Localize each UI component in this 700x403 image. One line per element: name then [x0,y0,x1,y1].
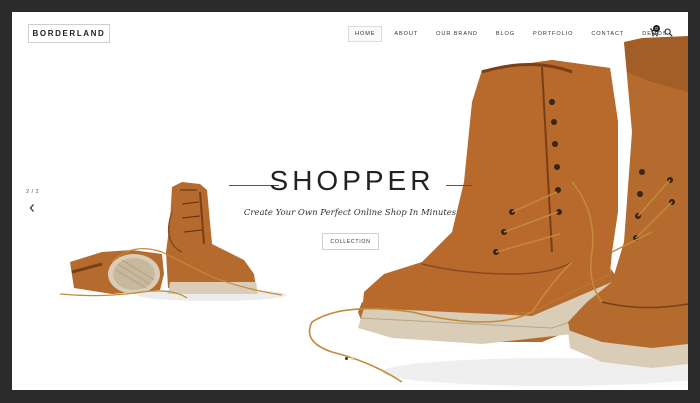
nav-blog[interactable]: BLOG [490,27,521,41]
collection-button[interactable]: COLLECTION [322,233,379,250]
nav-contact[interactable]: CONTACT [585,27,630,41]
nav-portfolio[interactable]: PORTFOLIO [527,27,579,41]
chevron-left-icon[interactable] [28,203,36,213]
main-nav: HOME ABOUT OUR BRAND BLOG PORTFOLIO CONT… [348,26,679,42]
search-icon[interactable] [664,28,673,37]
boots-image [59,36,688,386]
hero-title: SHOPPER [269,165,435,196]
logo[interactable]: BORDERLAND [28,24,110,43]
title-rule-right [446,185,472,186]
nav-home[interactable]: HOME [348,26,383,42]
nav-our-brand[interactable]: OUR BRAND [430,27,484,41]
nav-about[interactable]: ABOUT [388,27,424,41]
hero-subtitle: Create Your Own Perfect Online Shop In M… [243,208,457,218]
hero-frame: BORDERLAND HOME ABOUT OUR BRAND BLOG POR… [12,12,688,390]
slide-counter: 2 / 2 [26,189,40,195]
slider-dot-1[interactable] [345,357,348,360]
slider-dot-2[interactable] [351,357,354,360]
cart-count-badge: 0 [653,25,660,32]
